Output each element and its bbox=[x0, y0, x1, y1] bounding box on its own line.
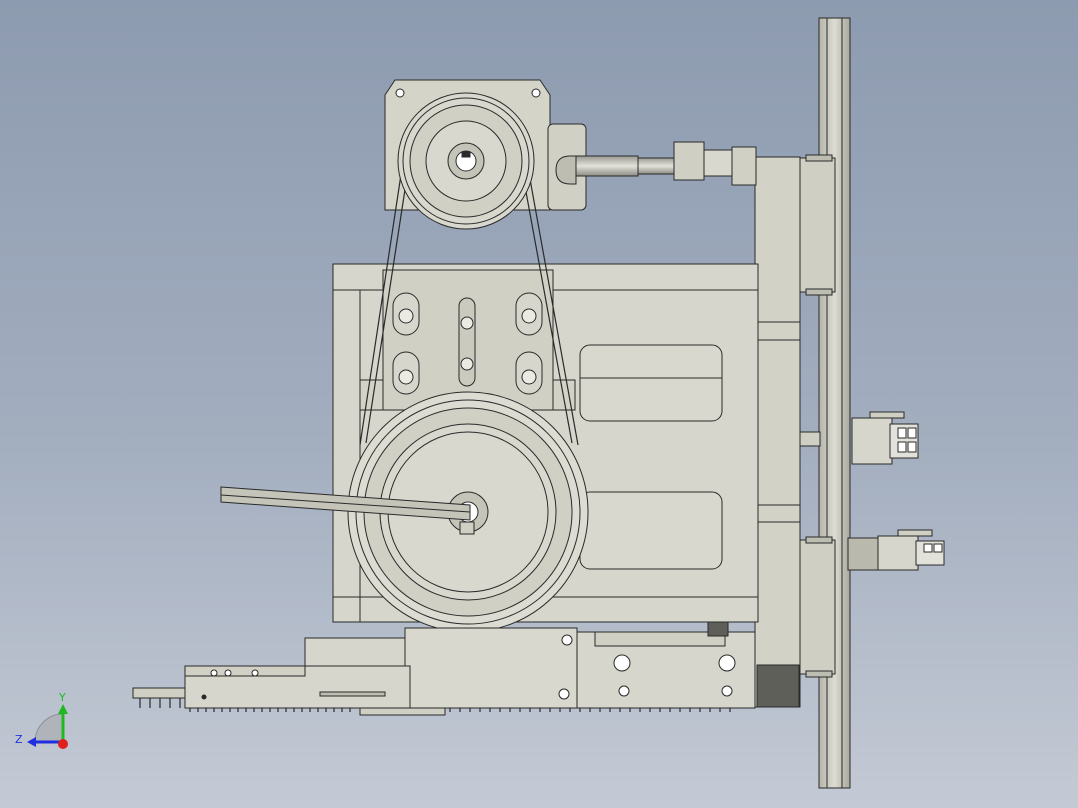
triad-z-arrowhead bbox=[27, 737, 36, 747]
triad-y-label: Y bbox=[58, 691, 66, 704]
rail-carriage-bottom[interactable] bbox=[799, 536, 836, 678]
mounting-plate[interactable] bbox=[754, 156, 801, 708]
connector-upper[interactable] bbox=[799, 411, 919, 465]
triad-y-arrowhead bbox=[58, 704, 68, 714]
triad-z-label: Z bbox=[15, 733, 23, 746]
assembly-drawing[interactable]: Y Z bbox=[0, 0, 1078, 808]
tensioner-plate[interactable] bbox=[382, 269, 554, 411]
cad-viewport[interactable]: Y Z bbox=[0, 0, 1078, 808]
connector-lower[interactable] bbox=[847, 529, 945, 571]
rail-carriage-top[interactable] bbox=[799, 154, 836, 296]
triad-origin bbox=[58, 739, 68, 749]
drive-pulley[interactable] bbox=[397, 92, 535, 230]
view-triad: Y Z bbox=[15, 691, 68, 749]
